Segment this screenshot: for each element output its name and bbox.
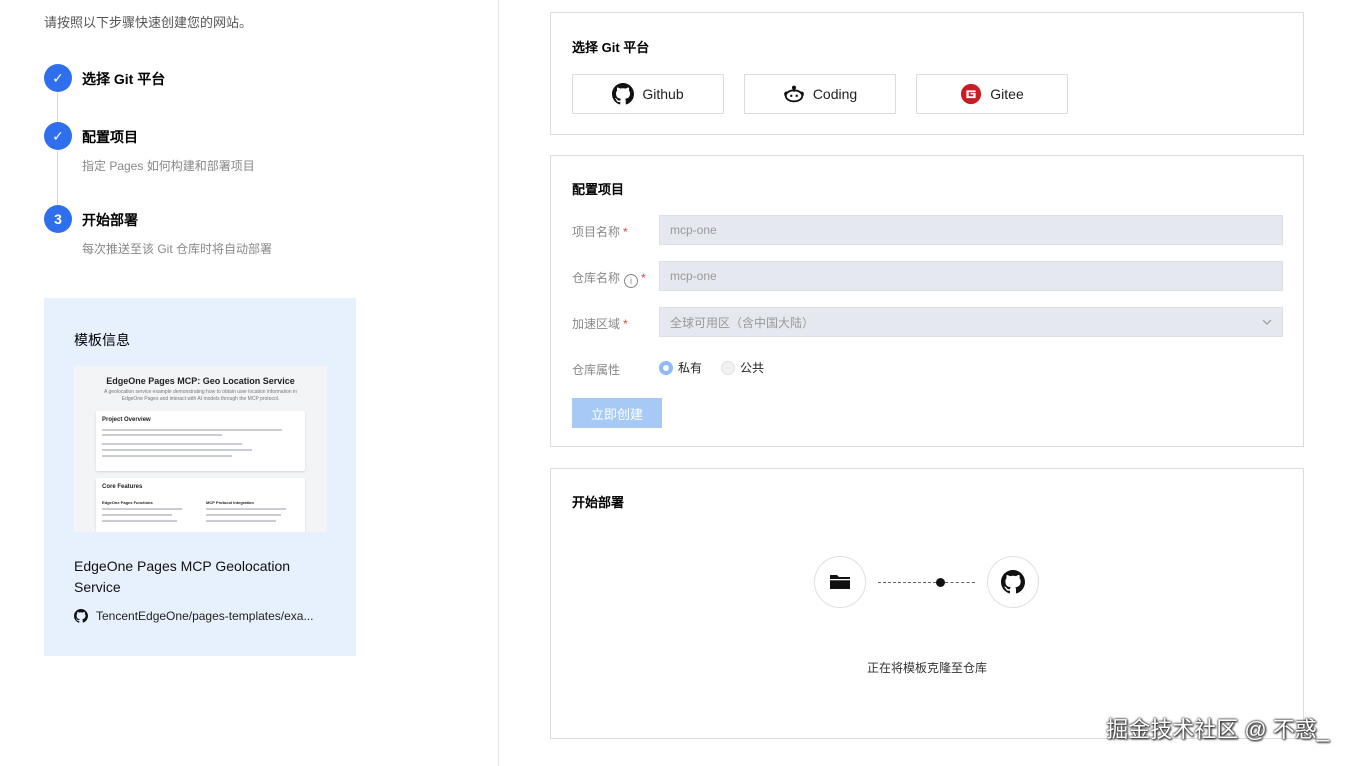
radio-public[interactable]: 公共	[721, 359, 764, 376]
coding-button[interactable]: Coding	[744, 74, 896, 114]
step-check-icon: ✓	[44, 64, 72, 92]
step-title: 配置项目	[82, 129, 138, 145]
project-name-label: 项目名称 *	[572, 225, 628, 239]
preview-line	[206, 508, 286, 510]
repo-name-label: 仓库名称 i *	[572, 271, 646, 288]
preview-line	[206, 520, 276, 522]
folder-icon	[830, 575, 850, 589]
radio-public-label: 公共	[740, 361, 765, 375]
github-icon	[74, 609, 88, 623]
github-icon	[1001, 570, 1025, 594]
region-label: 加速区域 *	[572, 317, 628, 331]
preview-title: EdgeOne Pages MCP: Geo Location Service	[106, 376, 295, 386]
step-title: 选择 Git 平台	[82, 71, 166, 87]
chevron-down-icon	[1262, 319, 1272, 325]
preview-line	[102, 455, 232, 457]
github-icon	[612, 83, 635, 105]
repo-attr-label: 仓库属性	[572, 363, 621, 377]
step-desc: 指定 Pages 如何构建和部署项目	[82, 159, 255, 173]
template-repo-text: TencentEdgeOne/pages-templates/exa...	[96, 609, 314, 623]
progress-dash	[945, 582, 975, 583]
template-repo-link[interactable]: TencentEdgeOne/pages-templates/exa...	[74, 609, 313, 623]
github-node	[987, 556, 1039, 608]
preview-line	[102, 514, 172, 516]
template-name: EdgeOne Pages MCP Geolocation Service	[74, 558, 291, 595]
preview-line	[102, 508, 182, 510]
progress-dash	[878, 582, 936, 583]
progress-dot	[936, 578, 945, 587]
region-select[interactable]: 全球可用区（含中国大陆）	[659, 307, 1283, 337]
preview-line	[206, 514, 281, 516]
project-name-input[interactable]: mcp-one	[659, 215, 1283, 245]
preview-section-title: Project Overview	[102, 417, 151, 423]
preview-col-title: MCP Protocol Integration	[206, 500, 254, 505]
template-info-heading: 模板信息	[74, 332, 130, 348]
preview-line	[102, 434, 222, 436]
preview-card: Project Overview	[96, 411, 305, 471]
preview-col-title: EdgeOne Pages Functions	[102, 500, 153, 505]
step-number: 3	[44, 205, 72, 233]
step-connector	[57, 151, 58, 205]
preview-desc: A geolocation service example demonstrat…	[104, 389, 297, 402]
coding-icon	[783, 85, 804, 103]
preview-line	[102, 429, 282, 431]
gitee-icon	[961, 83, 982, 105]
radio-selected-icon	[659, 360, 673, 375]
step-connector	[57, 93, 58, 123]
create-now-button[interactable]: 立即创建	[572, 398, 662, 428]
config-card: 配置项目 项目名称 * mcp-one 仓库名称 i * mcp-one 加速区域 * …	[550, 155, 1304, 447]
preview-line	[102, 443, 242, 445]
watermark: 掘金技术社区 @ 不惑_	[1106, 717, 1329, 742]
folder-node	[814, 556, 866, 608]
info-icon[interactable]: i	[624, 274, 639, 288]
step-check-icon: ✓	[44, 122, 72, 150]
template-preview-image: EdgeOne Pages MCP: Geo Location Service …	[74, 366, 327, 532]
step-desc: 每次推送至该 Git 仓库时将自动部署	[82, 242, 273, 256]
left-panel: 请按照以下步骤快速创建您的网站。 ✓ 选择 Git 平台 ✓ 配置项目 指定 P…	[0, 0, 499, 766]
radio-private[interactable]: 私有	[659, 359, 702, 376]
coding-label: Coding	[812, 86, 858, 102]
preview-section-title: Core Features	[102, 484, 143, 490]
preview-card: Core Features EdgeOne Pages Functions MC…	[96, 478, 305, 532]
radio-private-label: 私有	[678, 361, 703, 375]
preview-line	[102, 520, 177, 522]
repo-name-input[interactable]: mcp-one	[659, 261, 1283, 291]
github-button[interactable]: Github	[572, 74, 724, 114]
config-title: 配置项目	[572, 182, 625, 197]
intro-text: 请按照以下步骤快速创建您的网站。	[44, 15, 253, 30]
git-platform-title: 选择 Git 平台	[572, 40, 650, 55]
deploy-status-text: 正在将模板克隆至仓库	[866, 661, 987, 675]
preview-line	[102, 449, 252, 451]
radio-unselected-icon	[721, 360, 735, 375]
deploy-title: 开始部署	[572, 495, 625, 510]
gitee-label: Gitee	[990, 86, 1024, 102]
git-platform-card: 选择 Git 平台 Github Coding Gitee	[550, 12, 1304, 135]
region-select-value: 全球可用区（含中国大陆）	[670, 315, 815, 330]
step-title: 开始部署	[82, 212, 138, 228]
github-label: Github	[642, 86, 684, 102]
deploy-card: 开始部署 正在将模板克隆至仓库	[550, 468, 1304, 739]
gitee-button[interactable]: Gitee	[916, 74, 1068, 114]
template-info-card: 模板信息 EdgeOne Pages MCP: Geo Location Ser…	[44, 298, 356, 656]
